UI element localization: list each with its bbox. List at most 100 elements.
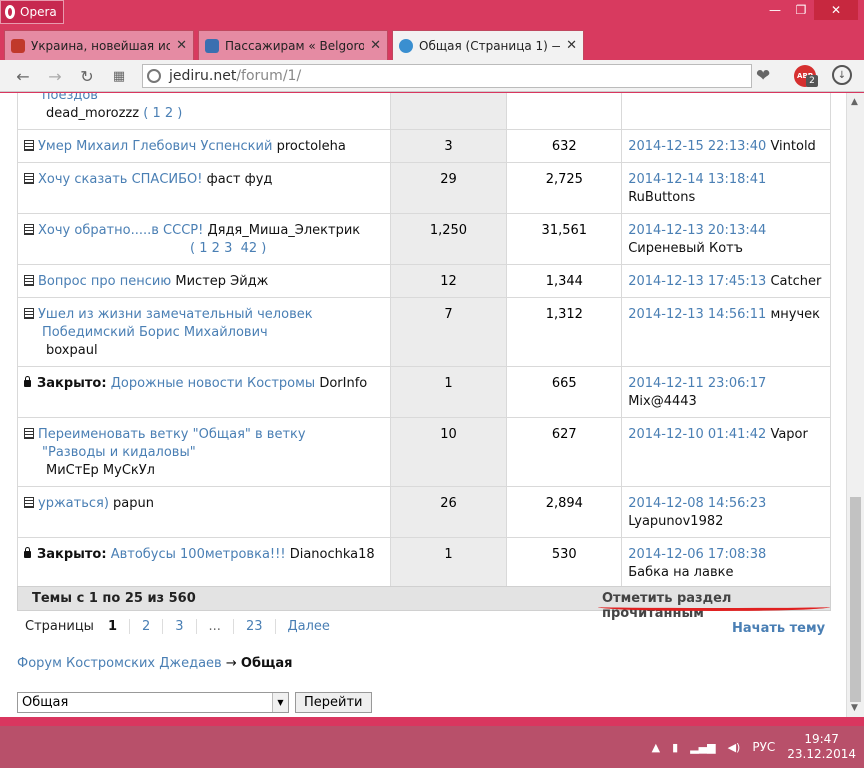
scroll-thumb[interactable]	[850, 497, 861, 702]
topic-page-link[interactable]: 3	[224, 241, 232, 256]
last-post-time[interactable]: 2014-12-11 23:06:17	[628, 376, 766, 391]
dropdown-arrow-icon: ▼	[272, 693, 288, 712]
back-icon[interactable]: ←	[12, 66, 34, 86]
pagination: Страницы 1 2 3 ... 23 Далее	[25, 619, 342, 634]
topic-author[interactable]: Dianochka18	[290, 547, 375, 562]
tab-bar: Украина, новейшая истор ✕ Пассажирам « B…	[0, 26, 864, 80]
last-post-time[interactable]: 2014-12-15 22:13:40	[628, 139, 766, 154]
topic-link[interactable]: Хочу обратно.....в СССР!	[38, 223, 203, 238]
breadcrumb-separator: →	[225, 656, 237, 671]
topic-icon	[24, 428, 34, 439]
topic-author[interactable]: Дядя_Миша_Электрик	[207, 223, 360, 238]
clock[interactable]: 19:47 23.12.2014	[787, 732, 856, 762]
forum-jump-select[interactable]: Общая ▼	[17, 692, 289, 713]
topic-author[interactable]: Мистер Эйдж	[175, 274, 268, 289]
restore-icon[interactable]: ❐	[788, 0, 814, 20]
opera-menu-button[interactable]: Opera	[0, 0, 64, 24]
tab-close-icon[interactable]: ✕	[176, 38, 187, 53]
topic-link[interactable]: уржаться)	[38, 496, 109, 511]
table-row: Хочу сказать СПАСИБО! фаст фуд 29 2,725 …	[17, 162, 831, 214]
topic-link-cont[interactable]: "Разводы и кидаловы"	[42, 445, 196, 460]
bookmark-heart-icon[interactable]: ❤	[756, 66, 770, 86]
topic-page-link[interactable]: 1	[152, 106, 160, 121]
breadcrumb-current: Общая	[240, 656, 293, 671]
pagination-ellipsis: ...	[195, 619, 233, 634]
battery-icon[interactable]: ▮	[672, 741, 678, 754]
forward-icon[interactable]: →	[44, 66, 66, 86]
topic-link[interactable]: Умер Михаил Глебович Успенский	[38, 139, 272, 154]
tab-favicon-icon	[399, 38, 413, 53]
last-post-author[interactable]: Catcher	[770, 274, 821, 289]
pagination-page[interactable]: 2	[128, 619, 162, 634]
last-post-author[interactable]: Vapor	[770, 427, 807, 442]
last-post-time[interactable]: 2014-12-13 17:45:13	[628, 274, 766, 289]
table-row: Ушел из жизни замечательный человек Побе…	[17, 297, 831, 367]
url-field[interactable]: jediru.net/forum/1/	[142, 64, 752, 88]
forum-jump: Общая ▼ Перейти	[17, 692, 372, 713]
last-post-author[interactable]: мнучек	[770, 307, 820, 322]
scroll-up-icon[interactable]: ▲	[851, 97, 858, 107]
network-signal-icon[interactable]: ▂▄▆	[690, 741, 715, 754]
download-icon[interactable]: ↓	[832, 65, 852, 85]
topic-author[interactable]: DorInfo	[319, 376, 367, 391]
tab-ukraine[interactable]: Украина, новейшая истор ✕	[4, 30, 194, 60]
breadcrumb-forum[interactable]: Форум Костромских Джедаев	[17, 656, 222, 671]
new-topic-link[interactable]: Начать тему	[732, 621, 825, 636]
page-scrollbar[interactable]: ▲ ▼	[846, 93, 864, 717]
pagination-page[interactable]: 3	[162, 619, 195, 634]
tab-belgorod[interactable]: Пассажирам « Belgorod Is ✕	[198, 30, 388, 60]
pagination-next[interactable]: Далее	[274, 619, 342, 634]
last-post-author[interactable]: Vintold	[770, 139, 815, 154]
topic-author[interactable]: boxpaul	[46, 343, 98, 358]
last-post-author[interactable]: Бабка на лавке	[628, 565, 733, 580]
topic-page-link[interactable]: 42	[241, 241, 258, 256]
last-post-author[interactable]: RuButtons	[628, 190, 695, 205]
volume-icon[interactable]: ◀)	[728, 741, 741, 754]
last-post-time[interactable]: 2014-12-13 20:13:44	[628, 223, 766, 238]
topic-author[interactable]: МиСтЕр МуСкУл	[46, 463, 155, 478]
topic-link[interactable]: Вопрос про пенсию	[38, 274, 171, 289]
last-post-time[interactable]: 2014-12-06 17:08:38	[628, 547, 766, 562]
pagination-last[interactable]: 23	[232, 619, 275, 634]
forum-jump-button[interactable]: Перейти	[295, 692, 372, 713]
last-post-time[interactable]: 2014-12-10 01:41:42	[628, 427, 766, 442]
last-post-author[interactable]: Mix@4443	[628, 394, 697, 409]
tab-general[interactable]: Общая (Страница 1) — Ф ✕	[392, 30, 584, 60]
topic-link-cont[interactable]: Победимский Борис Михайлович	[42, 325, 268, 340]
window-controls: — ❐ ✕	[762, 0, 858, 20]
topic-link[interactable]: Автобусы 100метровка!!!	[111, 547, 286, 562]
language-indicator[interactable]: РУС	[752, 740, 775, 754]
adblock-count-badge: 2	[806, 75, 818, 87]
last-post-author[interactable]: Сиреневый Котъ	[628, 241, 743, 256]
tab-close-icon[interactable]: ✕	[566, 38, 577, 53]
reload-icon[interactable]: ↻	[76, 66, 98, 86]
topic-author[interactable]: papun	[113, 496, 154, 511]
topic-page-link[interactable]: 2	[212, 241, 220, 256]
opera-menu-label: Opera	[20, 5, 57, 19]
speed-dial-icon[interactable]: ▦	[108, 66, 130, 86]
topic-author[interactable]: фаст фуд	[207, 172, 273, 187]
tab-favicon-icon	[205, 38, 219, 53]
last-post-time[interactable]: 2014-12-14 13:18:41	[628, 172, 766, 187]
last-post-author[interactable]: Lyapunov1982	[628, 514, 723, 529]
topic-link[interactable]: поездов	[42, 93, 98, 103]
table-row: Закрыто: Дорожные новости Костромы DorIn…	[17, 366, 831, 418]
topic-link[interactable]: Дорожные новости Костромы	[111, 376, 315, 391]
topic-link[interactable]: Ушел из жизни замечательный человек	[38, 307, 313, 322]
last-post-time[interactable]: 2014-12-08 14:56:23	[628, 496, 766, 511]
last-post-time[interactable]: 2014-12-13 14:56:11	[628, 307, 766, 322]
tab-close-icon[interactable]: ✕	[370, 38, 381, 53]
minimize-icon[interactable]: —	[762, 0, 788, 20]
tray-expand-icon[interactable]: ▲	[652, 741, 660, 754]
topic-author[interactable]: proctoleha	[277, 139, 346, 154]
topic-page-link[interactable]: 1	[199, 241, 207, 256]
topic-page-link[interactable]: 2	[165, 106, 173, 121]
topic-link[interactable]: Переименовать ветку "Общая" в ветку	[38, 427, 306, 442]
close-window-icon[interactable]: ✕	[814, 0, 858, 20]
tab-favicon-icon	[11, 38, 25, 53]
topic-author[interactable]: dead_morozzz	[46, 106, 139, 121]
views-count: 530	[506, 537, 623, 589]
topic-link[interactable]: Хочу сказать СПАСИБО!	[38, 172, 203, 187]
replies-count: 1	[389, 537, 507, 589]
scroll-down-icon[interactable]: ▼	[851, 703, 858, 713]
